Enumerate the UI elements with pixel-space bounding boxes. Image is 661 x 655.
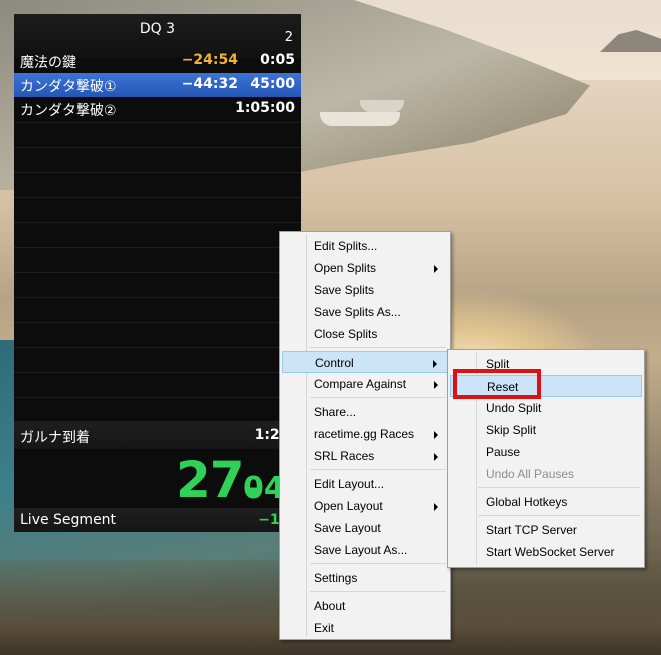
menu-separator: [310, 591, 446, 592]
menu-item-about[interactable]: About: [282, 595, 448, 617]
attempt-count: 2: [284, 30, 293, 45]
menu-item-label: Start WebSocket Server: [486, 545, 615, 559]
menu-item-label: Global Hotkeys: [486, 495, 568, 509]
menu-item-label: Exit: [314, 621, 335, 635]
menu-item-label: Save Layout As...: [314, 543, 408, 557]
menu-item-label: Save Splits As...: [314, 305, 401, 319]
menu-item-label: Edit Splits...: [314, 239, 378, 253]
split-name: 魔法の鍵: [20, 55, 76, 71]
menu-item-label: Close Splits: [314, 327, 378, 341]
menu-separator: [478, 487, 640, 488]
menu-item-label: Compare Against: [314, 377, 407, 391]
menu-item-label: SRL Races: [314, 449, 375, 463]
menu-item-label: Pause: [486, 445, 521, 459]
live-segment-label: Live Segment: [20, 512, 117, 528]
split-row-current: カンダタ撃破① −44:32 45:00: [14, 73, 301, 97]
menu-item-label: Undo Split: [486, 401, 542, 415]
menu-item-save-layout-as[interactable]: Save Layout As...: [282, 539, 448, 561]
menu-item-label: Edit Layout...: [314, 477, 385, 491]
split-name: カンダタ撃破①: [20, 79, 117, 95]
submenu-item-undo-split[interactable]: Undo Split: [450, 397, 642, 419]
submenu-item-global-hotkeys[interactable]: Global Hotkeys: [450, 491, 642, 513]
empty-split-row: [14, 122, 301, 147]
menu-item-label: Save Splits: [314, 283, 375, 297]
menu-item-open-layout[interactable]: Open Layout: [282, 495, 448, 517]
empty-split-row: [14, 397, 301, 422]
menu-separator: [310, 397, 446, 398]
empty-split-row: [14, 322, 301, 347]
menu-item-save-splits[interactable]: Save Splits: [282, 279, 448, 301]
chevron-right-icon: [434, 453, 438, 461]
menu-separator: [310, 563, 446, 564]
split-row: 魔法の鍵 −24:54 0:05: [14, 49, 301, 73]
annotation-highlight-box: [453, 369, 541, 399]
empty-split-row: [14, 272, 301, 297]
menu-item-save-splits-as[interactable]: Save Splits As...: [282, 301, 448, 323]
split-time: 0:05: [260, 52, 295, 68]
chevron-right-icon: [434, 503, 438, 511]
menu-item-label: Control: [315, 356, 354, 370]
empty-split-row: [14, 347, 301, 372]
menu-item-label: Start TCP Server: [486, 523, 577, 537]
menu-separator: [310, 347, 446, 348]
menu-item-settings[interactable]: Settings: [282, 567, 448, 589]
menu-item-label: Settings: [314, 571, 358, 585]
chevron-right-icon: [434, 381, 438, 389]
chevron-right-icon: [434, 265, 438, 273]
menu-separator: [310, 469, 446, 470]
wallpaper-boat-small: [360, 100, 404, 112]
menu-item-edit-splits[interactable]: Edit Splits...: [282, 235, 448, 257]
split-delta: −44:32: [181, 76, 238, 92]
menu-item-label: Open Splits: [314, 261, 377, 275]
submenu-item-undo-all-pauses: Undo All Pauses: [450, 463, 642, 485]
empty-split-row: [14, 197, 301, 222]
final-split-name: ガルナ到着: [20, 430, 90, 446]
chevron-right-icon: [433, 360, 437, 368]
empty-split-row: [14, 372, 301, 397]
menu-separator: [478, 515, 640, 516]
menu-item-racetime-races[interactable]: racetime.gg Races: [282, 423, 448, 445]
main-timer: 27. 04: [14, 451, 301, 509]
empty-split-row: [14, 147, 301, 172]
split-delta: −24:54: [181, 52, 238, 68]
submenu-item-pause[interactable]: Pause: [450, 441, 642, 463]
chevron-right-icon: [434, 431, 438, 439]
menu-item-label: Open Layout: [314, 499, 383, 513]
menu-item-exit[interactable]: Exit: [282, 617, 448, 639]
submenu-item-start-websocket-server[interactable]: Start WebSocket Server: [450, 541, 642, 563]
menu-item-label: Skip Split: [486, 423, 537, 437]
split-row: カンダタ撃破② 1:05:00: [14, 97, 301, 121]
menu-item-share[interactable]: Share...: [282, 401, 448, 423]
menu-item-control[interactable]: Control: [282, 351, 448, 373]
final-split-row: ガルナ到着 1:25:: [14, 421, 301, 449]
menu-item-label: racetime.gg Races: [314, 427, 415, 441]
split-time: 1:05:00: [235, 100, 295, 116]
menu-item-save-layout[interactable]: Save Layout: [282, 517, 448, 539]
menu-item-label: Undo All Pauses: [486, 467, 575, 481]
empty-split-row: [14, 297, 301, 322]
game-title: DQ 3: [139, 21, 176, 37]
submenu-item-start-tcp-server[interactable]: Start TCP Server: [450, 519, 642, 541]
wallpaper-boat: [320, 112, 400, 126]
context-menu: Edit Splits... Open Splits Save Splits S…: [279, 231, 451, 640]
split-time: 45:00: [250, 76, 295, 92]
menu-item-open-splits[interactable]: Open Splits: [282, 257, 448, 279]
menu-item-srl-races[interactable]: SRL Races: [282, 445, 448, 467]
menu-item-label: Share...: [314, 405, 357, 419]
livesplit-timer-window[interactable]: DQ 3 2 魔法の鍵 −24:54 0:05 カンダタ撃破① −44:32 4…: [14, 14, 301, 532]
split-name: カンダタ撃破②: [20, 103, 117, 119]
menu-item-close-splits[interactable]: Close Splits: [282, 323, 448, 345]
menu-item-label: About: [314, 599, 346, 613]
menu-item-compare-against[interactable]: Compare Against: [282, 373, 448, 395]
menu-item-label: Save Layout: [314, 521, 381, 535]
menu-item-edit-layout[interactable]: Edit Layout...: [282, 473, 448, 495]
submenu-item-skip-split[interactable]: Skip Split: [450, 419, 642, 441]
empty-split-row: [14, 247, 301, 272]
empty-split-row: [14, 222, 301, 247]
empty-split-row: [14, 172, 301, 197]
live-segment-row: Live Segment −19:: [14, 508, 301, 532]
